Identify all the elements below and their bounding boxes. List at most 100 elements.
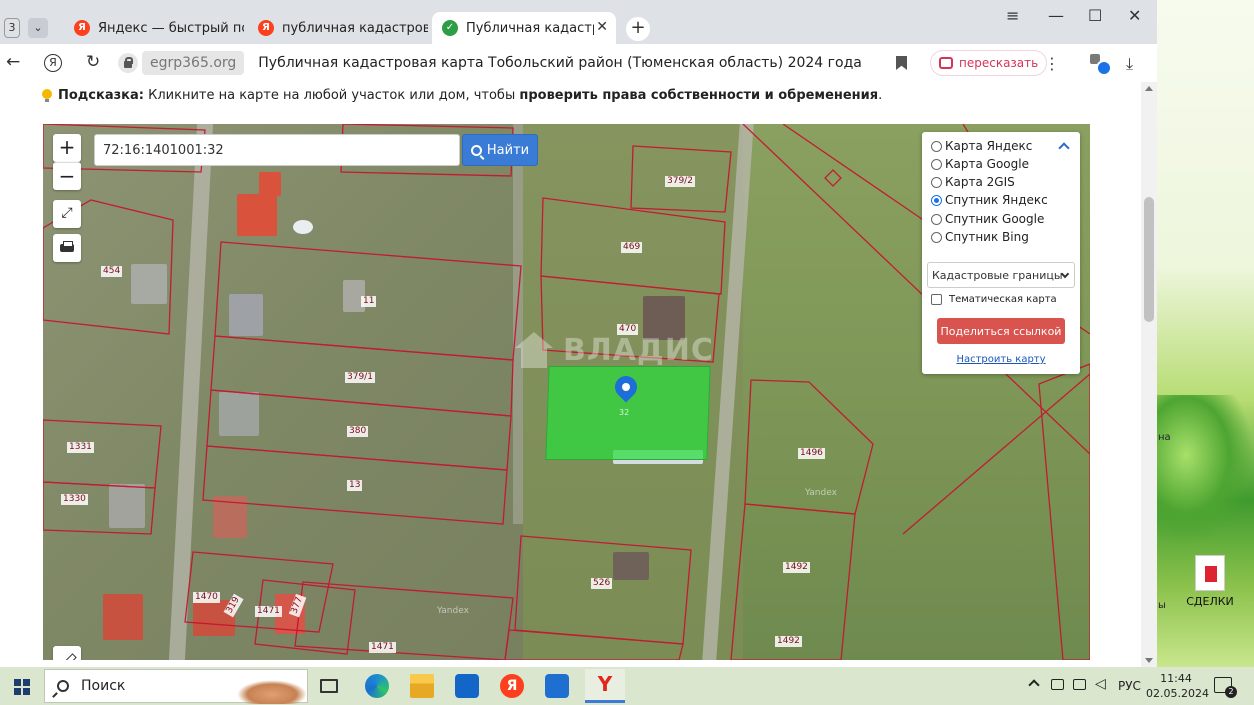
address-domain: egrp365.org	[142, 51, 245, 75]
desktop-edge-text: ы	[1158, 600, 1166, 611]
parcel-label: 1470	[193, 592, 220, 603]
layer-option-label: Спутник Google	[945, 212, 1045, 226]
tab-cadastral-search[interactable]: Я публичная кадастровая к	[248, 12, 428, 44]
download-icon[interactable]: ⤓	[1126, 54, 1133, 74]
parcel-label: 1471	[255, 606, 282, 617]
more-menu-icon[interactable]: ⋮	[1044, 54, 1060, 73]
page-scrollbar[interactable]	[1141, 82, 1157, 667]
thematic-map-checkbox[interactable]: Тематическая карта	[931, 294, 1057, 305]
scroll-down-icon[interactable]	[1145, 658, 1153, 663]
zoom-in-button[interactable]: +	[53, 134, 81, 162]
maximize-icon[interactable]: ☐	[1088, 6, 1102, 25]
search-highlight-image	[237, 680, 307, 704]
parcel-label: 1331	[67, 442, 94, 453]
mail-icon[interactable]	[455, 674, 479, 698]
parcel-526	[514, 535, 692, 645]
address-bar[interactable]: egrp365.org Публичная кадастровая карта …	[118, 49, 918, 77]
desktop-edge-text: на	[1158, 432, 1171, 443]
tab-yandex-search[interactable]: Я Яндекс — быстрый поиск	[64, 12, 244, 44]
new-tab-plus-icon[interactable]: +	[626, 17, 650, 41]
yandex-icon[interactable]: Я	[500, 674, 524, 698]
yandex-browser-icon[interactable]: Y	[585, 669, 625, 703]
taskbar-search-label: Поиск	[81, 678, 126, 694]
vladis-watermark: ВЛАДИС	[515, 332, 714, 368]
lightbulb-icon	[42, 88, 52, 103]
parcel-label: 454	[101, 266, 123, 277]
taskbar-search[interactable]: Поиск	[44, 669, 308, 704]
network-icon[interactable]	[1051, 679, 1064, 690]
scrollbar-thumb[interactable]	[1144, 197, 1154, 322]
task-view-icon[interactable]	[320, 679, 338, 693]
extension-icon[interactable]	[1090, 54, 1112, 76]
tray-chevron-up-icon[interactable]	[1028, 679, 1040, 691]
menu-icon[interactable]: ≡	[1006, 6, 1019, 25]
retell-icon	[939, 57, 953, 69]
close-window-icon[interactable]: ✕	[1128, 6, 1141, 25]
tab-title: Публичная кадастровая	[466, 20, 594, 36]
home-app-icon[interactable]	[545, 674, 569, 698]
minimize-icon[interactable]: —	[1048, 6, 1064, 25]
file-explorer-icon[interactable]	[410, 674, 434, 698]
layer-option-label: Карта 2GIS	[945, 175, 1015, 189]
print-icon[interactable]	[53, 234, 81, 262]
hint-label: Подсказка:	[58, 88, 144, 103]
radio-button[interactable]	[931, 158, 942, 170]
notification-icon[interactable]: 2	[1214, 677, 1237, 698]
layer-option-google-map[interactable]: Карта Google	[931, 157, 1029, 171]
back-arrow-icon[interactable]: ←	[6, 52, 20, 72]
yandex-watermark: Yandex	[437, 606, 469, 616]
yandex-watermark: Yandex	[805, 488, 837, 498]
chevron-up-icon[interactable]	[1058, 142, 1070, 154]
windows-start-icon[interactable]	[14, 679, 30, 695]
parcel-1471	[254, 579, 356, 655]
fullscreen-icon[interactable]: ⤢	[53, 200, 81, 228]
configure-map-link[interactable]: Настроить карту	[922, 354, 1080, 365]
hint-end: .	[878, 88, 883, 103]
layer-option-yandex-satellite[interactable]: Спутник Яндекс	[931, 193, 1048, 207]
checkbox[interactable]	[931, 294, 942, 305]
tab-cadastral-map[interactable]: ✓ Публичная кадастровая ✕	[432, 12, 616, 44]
desktop-icon-deals[interactable]: СДЕЛКИ	[1180, 555, 1240, 608]
parcel-label: 380	[347, 426, 369, 437]
radio-button[interactable]	[931, 213, 942, 225]
parcel-1331	[43, 419, 162, 489]
scroll-up-icon[interactable]	[1145, 86, 1153, 91]
cadastral-number-input[interactable]	[94, 134, 460, 166]
tab-list-chevron-icon[interactable]: ⌄	[28, 18, 48, 38]
display-icon[interactable]	[1073, 679, 1086, 690]
find-button[interactable]: Найти	[462, 134, 538, 166]
parcel-1471-b	[294, 581, 514, 660]
selected-parcel-label: 32	[619, 408, 630, 417]
parcel-label: 1471	[369, 642, 396, 653]
ruler-icon[interactable]	[53, 646, 81, 660]
yandex-logo-icon[interactable]: Я	[44, 54, 62, 72]
check-favicon-icon: ✓	[442, 20, 458, 36]
share-link-button[interactable]: Поделиться ссылкой	[937, 318, 1065, 344]
language-indicator[interactable]: РУС	[1118, 679, 1141, 693]
layer-option-bing-satellite[interactable]: Спутник Bing	[931, 230, 1029, 244]
edge-browser-icon[interactable]	[365, 674, 389, 698]
radio-button-selected[interactable]	[931, 194, 942, 206]
parcel-label: 1492	[783, 562, 810, 573]
reload-icon[interactable]: ↻	[86, 52, 100, 72]
speaker-icon[interactable]: ◁	[1095, 676, 1106, 692]
parcel-right-edge	[1038, 363, 1090, 660]
system-clock[interactable]: 11:44 02.05.2024	[1146, 671, 1209, 701]
lock-icon[interactable]	[118, 53, 138, 73]
layer-option-2gis-map[interactable]: Карта 2GIS	[931, 175, 1015, 189]
parcel-label: 469	[621, 242, 643, 253]
boundary-type-select[interactable]: Кадастровые границы	[927, 262, 1075, 288]
radio-button[interactable]	[931, 140, 942, 152]
tab-count-badge[interactable]: 3	[4, 18, 20, 38]
close-icon[interactable]: ✕	[596, 19, 608, 35]
parcel-label: 379/1	[345, 372, 375, 383]
hint-bar: Подсказка: Кликните на карте на любой уч…	[42, 88, 882, 103]
layer-option-google-satellite[interactable]: Спутник Google	[931, 212, 1044, 226]
radio-button[interactable]	[931, 176, 942, 188]
layer-option-yandex-map[interactable]: Карта Яндекс	[931, 139, 1032, 153]
cadastral-map[interactable]: 379/2 469 454 11 470 379/1 380 1331 1330…	[43, 124, 1090, 660]
retell-button[interactable]: пересказать	[930, 50, 1048, 76]
zoom-out-button[interactable]: −	[53, 162, 81, 190]
radio-button[interactable]	[931, 231, 942, 243]
layer-panel: Карта Яндекс Карта Google Карта 2GIS Спу…	[922, 132, 1080, 374]
